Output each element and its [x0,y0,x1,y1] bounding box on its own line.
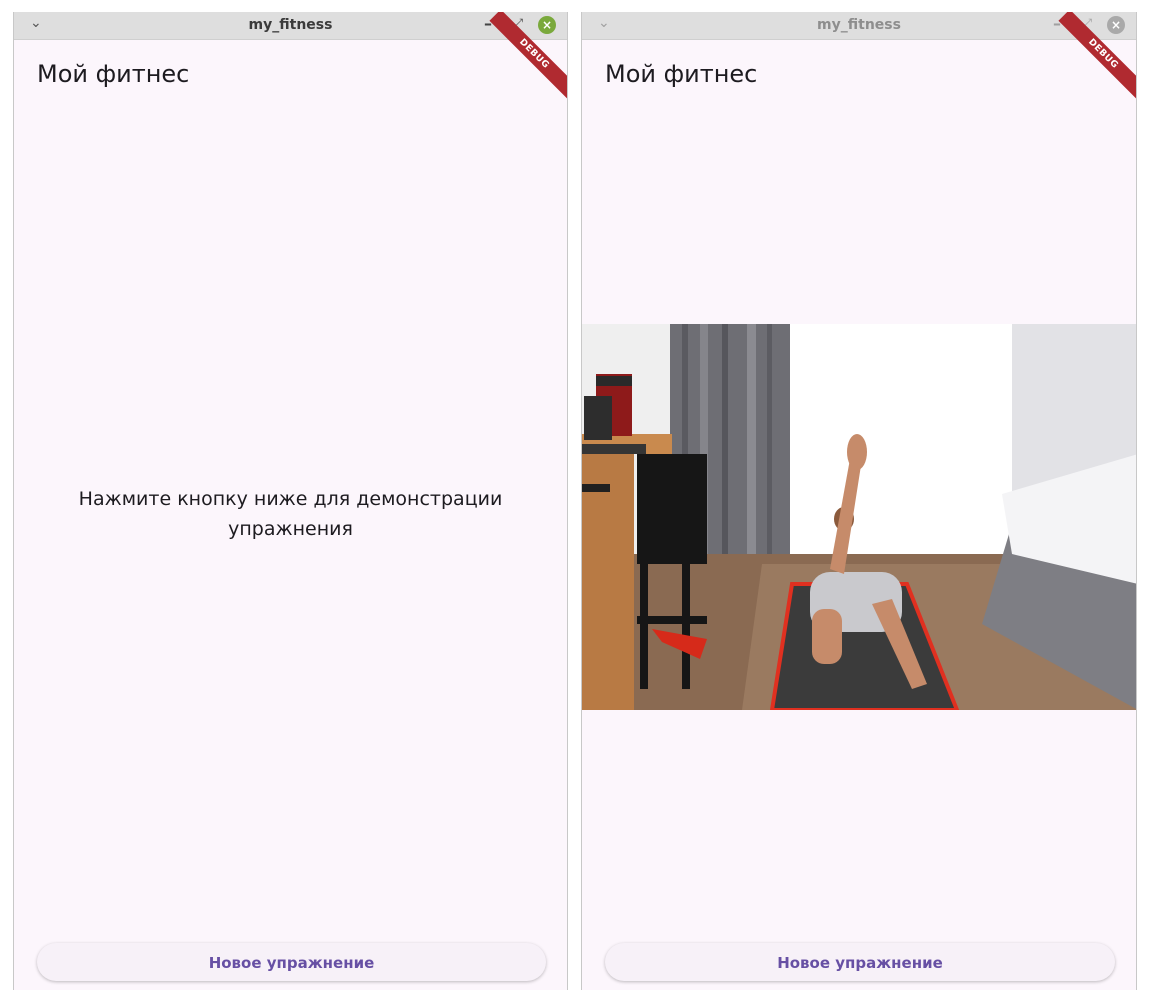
app-bar-title: Мой фитнес [605,60,758,88]
window-titlebar[interactable]: ⌄ my_fitness – ⤢ × [14,12,567,40]
exercise-animation [582,324,1136,710]
window-titlebar[interactable]: ⌄ my_fitness – ⤢ × [582,12,1136,40]
minimize-icon[interactable]: – [484,14,492,33]
app-window-exercise: ⌄ my_fitness – ⤢ × DEBUG Мой фитнес Ново… [581,12,1137,990]
new-exercise-button[interactable]: Новое упражнение [605,943,1115,981]
exercise-scene [582,324,1136,710]
app-window-initial: ⌄ my_fitness – ⤢ × DEBUG Мой фитнес Нажм… [13,12,568,990]
close-icon[interactable]: × [538,16,556,34]
app-bar-title: Мой фитнес [37,60,190,88]
close-icon[interactable]: × [1107,16,1125,34]
minimize-icon[interactable]: – [1053,14,1061,33]
new-exercise-button[interactable]: Новое упражнение [37,943,546,981]
instruction-text: Нажмите кнопку ниже для демонстрации упр… [78,488,503,540]
